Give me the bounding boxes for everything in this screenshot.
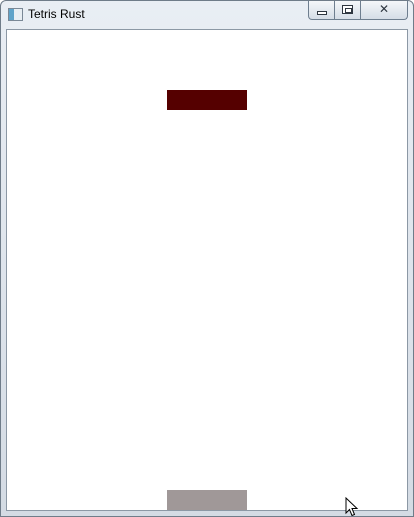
minimize-button[interactable] <box>308 1 335 20</box>
title-bar[interactable]: Tetris Rust ✕ <box>1 1 413 29</box>
minimize-icon <box>317 11 327 15</box>
mouse-cursor-icon <box>345 497 359 517</box>
maximize-icon <box>342 5 353 14</box>
app-window-icon[interactable] <box>8 8 23 21</box>
window-controls: ✕ <box>308 1 408 20</box>
game-board[interactable] <box>6 29 408 511</box>
ghost-piece <box>167 490 247 510</box>
active-piece <box>167 90 247 110</box>
close-button[interactable]: ✕ <box>361 1 408 20</box>
close-icon: ✕ <box>378 2 390 16</box>
game-window: Tetris Rust ✕ <box>0 0 414 517</box>
window-title: Tetris Rust <box>28 7 85 21</box>
maximize-button[interactable] <box>335 1 361 20</box>
